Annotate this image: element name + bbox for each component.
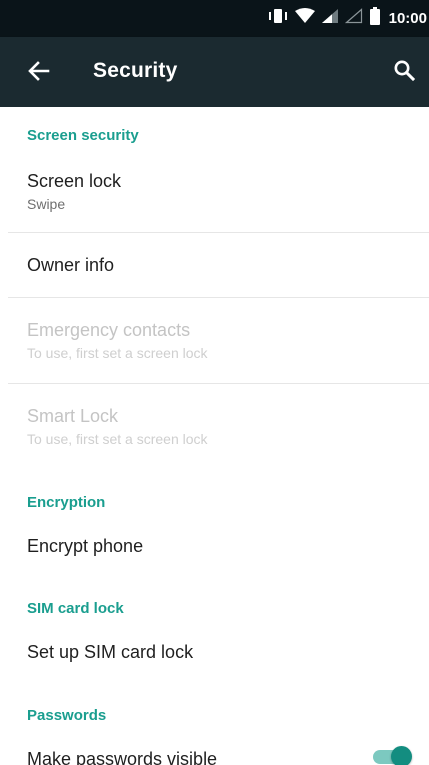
app-bar: Security (0, 37, 429, 107)
pref-summary: Swipe (27, 196, 66, 212)
pref-encrypt-phone[interactable]: Encrypt phone (0, 517, 429, 573)
pref-summary: To use, first set a screen lock (27, 345, 208, 361)
pref-title: Emergency contacts (27, 320, 191, 340)
pref-title: Encrypt phone (27, 536, 144, 556)
pref-summary: To use, first set a screen lock (27, 431, 208, 447)
pref-title: Screen lock (27, 171, 122, 191)
toggle-thumb (391, 746, 412, 765)
pref-set-up-sim-card-lock[interactable]: Set up SIM card lock (0, 623, 429, 681)
search-icon (393, 59, 416, 86)
category-header-sim-card-lock: SIM card lock (27, 600, 124, 617)
pref-title: Make passwords visible (27, 749, 218, 765)
pref-make-passwords-visible[interactable]: Make passwords visible (0, 730, 429, 765)
pref-smart-lock: Smart Lock To use, first set a screen lo… (0, 384, 429, 469)
category-header-passwords: Passwords (27, 707, 107, 724)
battery-icon (369, 7, 381, 30)
pref-emergency-contacts: Emergency contacts To use, first set a s… (0, 298, 429, 383)
pref-title: Set up SIM card lock (27, 642, 194, 662)
vibrate-icon (267, 8, 289, 29)
signal-icon (321, 8, 339, 29)
security-settings-screen: 10:00 Security Screen security Screen lo… (0, 0, 429, 765)
arrow-back-icon (28, 60, 50, 86)
category-header-screen-security: Screen security (27, 127, 139, 144)
page-title: Security (93, 59, 178, 82)
status-time: 10:00 (388, 10, 427, 27)
back-button[interactable] (24, 58, 54, 88)
settings-list: Screen security Screen lock Swipe Owner … (0, 107, 429, 765)
search-button[interactable] (389, 57, 419, 87)
pref-screen-lock[interactable]: Screen lock Swipe (0, 159, 429, 232)
passwords-visible-toggle[interactable] (371, 745, 413, 765)
signal-icon-2 (344, 8, 363, 29)
wifi-icon (294, 8, 315, 29)
pref-owner-info[interactable]: Owner info (0, 233, 429, 296)
pref-title: Smart Lock (27, 406, 119, 426)
pref-title: Owner info (27, 255, 115, 275)
category-header-encryption: Encryption (27, 494, 106, 511)
status-icons: 10:00 (267, 0, 427, 37)
status-bar: 10:00 (0, 0, 429, 37)
